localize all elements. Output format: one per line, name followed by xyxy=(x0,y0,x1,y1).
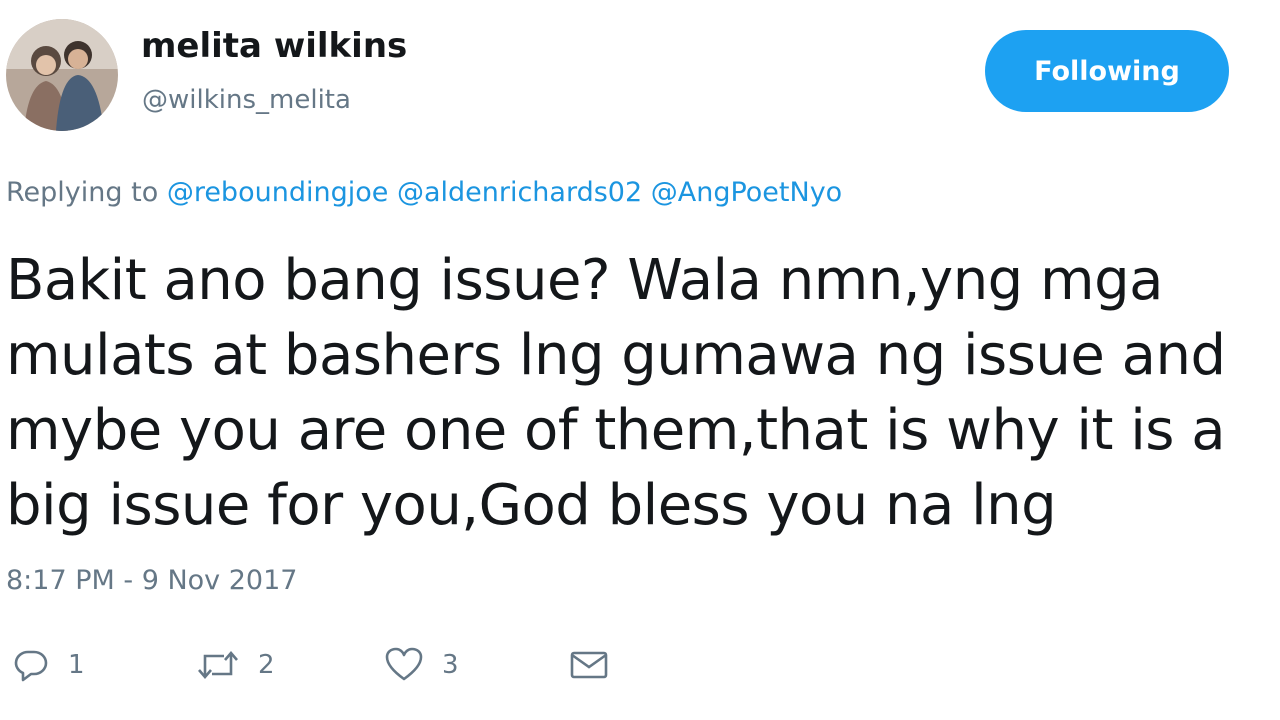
mention-link[interactable]: @reboundingjoe xyxy=(167,177,389,208)
following-button[interactable]: Following xyxy=(985,30,1229,112)
tweet-card: melita wilkins @wilkins_melita Following… xyxy=(0,0,1280,720)
retweet-count: 2 xyxy=(258,650,275,680)
like-count: 3 xyxy=(442,650,459,680)
avatar-image xyxy=(6,19,118,131)
envelope-icon xyxy=(569,646,609,684)
replying-to-label: Replying to xyxy=(6,177,167,208)
tweet-text-line: mulats at bashers lng gumawa ng issue an… xyxy=(6,323,1226,388)
tweet-text-line: Bakit ano bang issue? Wala nmn,yng mga xyxy=(6,248,1163,313)
like-button[interactable]: 3 xyxy=(384,643,459,687)
display-name[interactable]: melita wilkins xyxy=(141,26,407,66)
reply-icon xyxy=(12,646,50,684)
reply-count: 1 xyxy=(68,650,85,680)
user-handle[interactable]: @wilkins_melita xyxy=(142,85,351,115)
tweet-timestamp[interactable]: 8:17 PM - 9 Nov 2017 xyxy=(6,565,297,596)
tweet-text: Bakit ano bang issue? Wala nmn,yng mga m… xyxy=(6,243,1274,543)
tweet-text-line: mybe you are one of them,that is why it … xyxy=(6,398,1226,463)
reply-button[interactable]: 1 xyxy=(12,643,85,687)
retweet-icon xyxy=(196,646,240,684)
replying-to: Replying to @reboundingjoe @aldenrichard… xyxy=(6,177,842,208)
mention-link[interactable]: @AngPoetNyo xyxy=(651,177,842,208)
mention-link[interactable]: @aldenrichards02 xyxy=(397,177,642,208)
direct-message-button[interactable] xyxy=(569,643,609,687)
tweet-text-line: big issue for you,God bless you na lng xyxy=(6,473,1057,538)
retweet-button[interactable]: 2 xyxy=(196,643,275,687)
heart-icon xyxy=(384,646,424,684)
avatar[interactable] xyxy=(6,19,118,131)
